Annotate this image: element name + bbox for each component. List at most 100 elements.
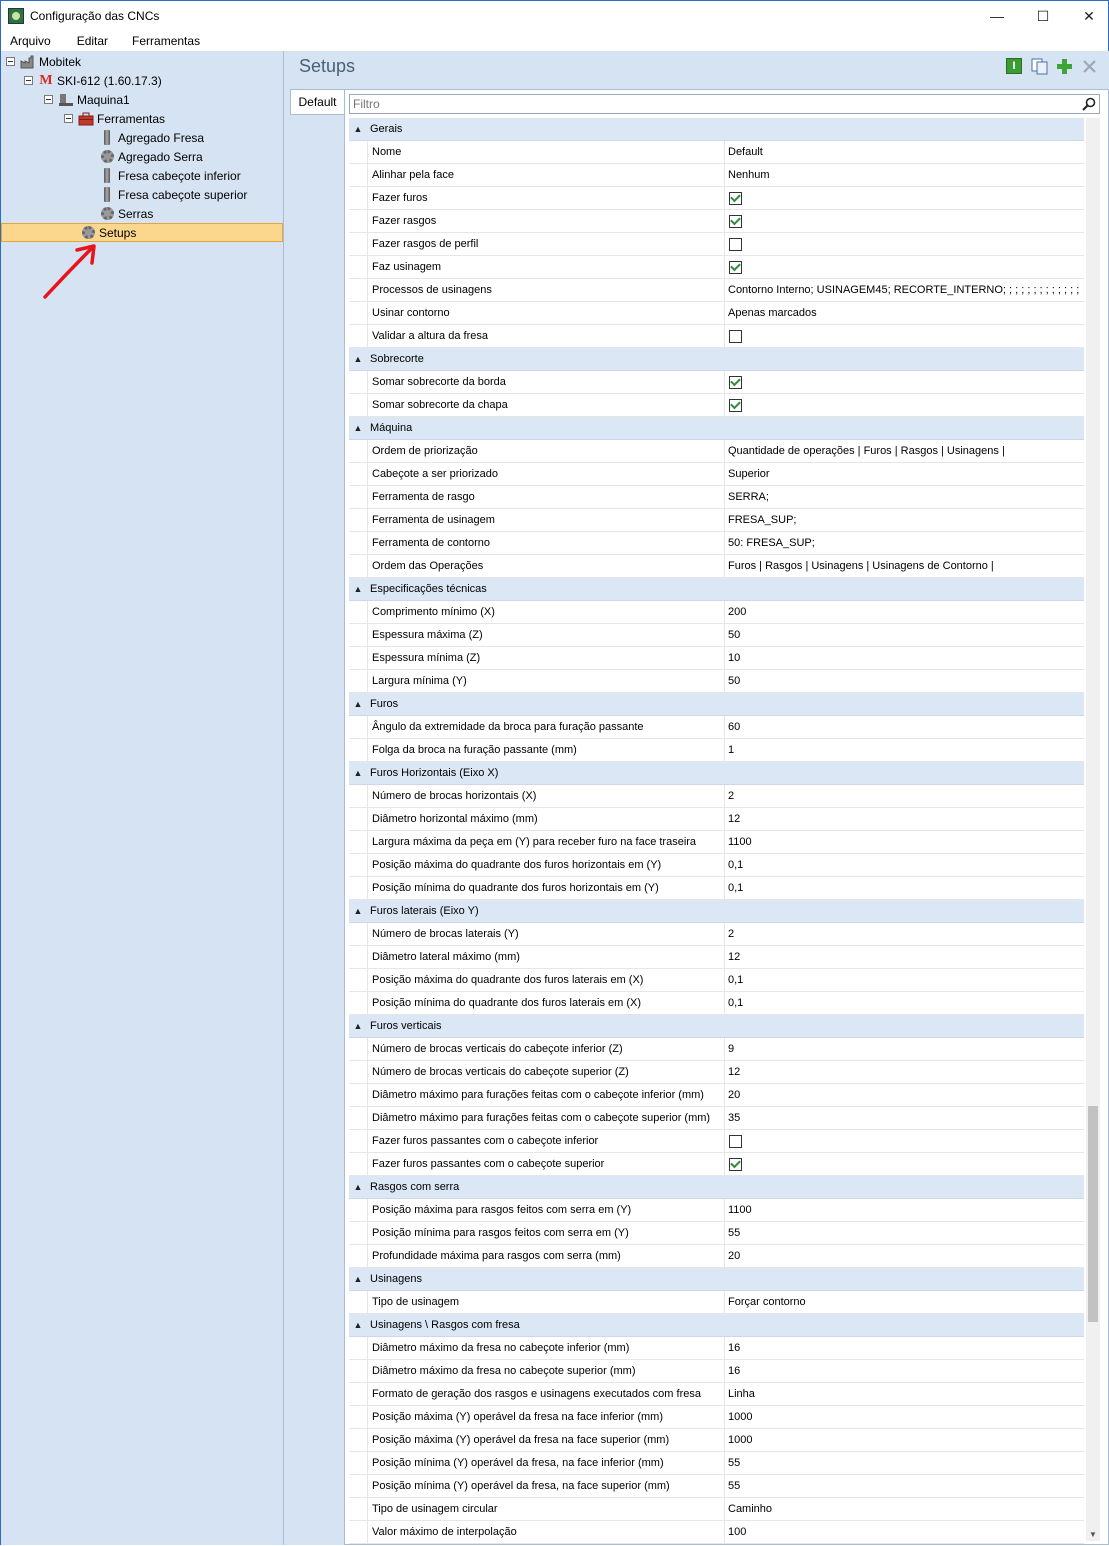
info-icon[interactable]: I [1005,57,1023,75]
property-row[interactable]: Posição mínima para rasgos feitos com se… [349,1222,1084,1245]
property-row[interactable]: Fazer rasgos [349,210,1084,233]
property-value[interactable]: 12 [725,946,1084,968]
property-row[interactable]: Ferramenta de rasgo SERRA; [349,486,1084,509]
category-header[interactable]: ▲ Especificações técnicas [349,578,1084,601]
property-row[interactable]: Posição mínima (Y) operável da fresa, na… [349,1452,1084,1475]
category-header[interactable]: ▲ Furos verticais [349,1015,1084,1038]
property-checkbox[interactable] [729,260,742,274]
property-value[interactable]: 9 [725,1038,1084,1060]
category-header[interactable]: ▲ Furos [349,693,1084,716]
property-value[interactable]: 1100 [725,1199,1084,1221]
copy-icon[interactable] [1030,57,1048,75]
property-row[interactable]: Posição máxima (Y) operável da fresa na … [349,1406,1084,1429]
property-value[interactable]: 2 [725,923,1084,945]
property-row[interactable]: Fazer furos passantes com o cabeçote sup… [349,1153,1084,1176]
property-value[interactable]: 60 [725,716,1084,738]
property-value[interactable]: SERRA; [725,486,1084,508]
property-value[interactable]: 100 [725,1521,1084,1543]
property-value[interactable]: 0,1 [725,992,1084,1014]
close-button[interactable]: ✕ [1066,1,1109,31]
property-row[interactable]: Espessura máxima (Z) 50 [349,624,1084,647]
property-value[interactable]: 12 [725,808,1084,830]
property-row[interactable]: Posição máxima do quadrante dos furos ho… [349,854,1084,877]
property-row[interactable]: Cabeçote a ser priorizado Superior [349,463,1084,486]
property-value[interactable]: 16 [725,1360,1084,1382]
collapse-icon[interactable] [24,76,33,85]
tree-node[interactable]: Mobitek [6,52,81,71]
collapse-icon[interactable] [6,57,15,66]
property-row[interactable]: Posição mínima do quadrante dos furos ho… [349,877,1084,900]
property-row[interactable]: Ordem de priorização Quantidade de operaç… [349,440,1084,463]
property-value[interactable]: Contorno Interno; USINAGEM45; RECORTE_IN… [725,279,1084,301]
property-row[interactable]: Ferramenta de contorno 50: FRESA_SUP; [349,532,1084,555]
property-value[interactable]: 50 [725,670,1084,692]
property-value[interactable]: 12 [725,1061,1084,1083]
property-row[interactable]: Profundidade máxima para rasgos com serr… [349,1245,1084,1268]
property-checkbox[interactable] [729,1134,742,1148]
filter-input[interactable] [353,96,1073,112]
property-row[interactable]: Usinar contorno Apenas marcados [349,302,1084,325]
collapse-chevron-icon[interactable]: ▲ [349,354,367,364]
tree-node[interactable]: Agregado Fresa [99,128,204,147]
delete-icon[interactable] [1080,57,1098,75]
menu-arquivo[interactable]: Arquivo [1,34,60,48]
menu-ferramentas[interactable]: Ferramentas [123,34,209,48]
collapse-chevron-icon[interactable]: ▲ [349,768,367,778]
property-row[interactable]: Tipo de usinagem circular Caminho [349,1498,1084,1521]
property-checkbox[interactable] [729,1157,742,1171]
property-value[interactable]: Default [725,141,1084,163]
property-value[interactable]: 55 [725,1475,1084,1497]
property-row[interactable]: Número de brocas verticais do cabeçote i… [349,1038,1084,1061]
category-header[interactable]: ▲ Furos Horizontais (Eixo X) [349,762,1084,785]
category-header[interactable]: ▲ Usinagens [349,1268,1084,1291]
property-value[interactable]: Nenhum [725,164,1084,186]
collapse-chevron-icon[interactable]: ▲ [349,1320,367,1330]
menu-editar[interactable]: Editar [68,34,117,48]
property-value[interactable]: 1 [725,739,1084,761]
property-value[interactable]: 0,1 [725,877,1084,899]
property-row[interactable]: Somar sobrecorte da borda [349,371,1084,394]
property-row[interactable]: Fazer furos passantes com o cabeçote inf… [349,1130,1084,1153]
property-row[interactable]: Largura mínima (Y) 50 [349,670,1084,693]
collapse-chevron-icon[interactable]: ▲ [349,584,367,594]
property-row[interactable]: Posição mínima do quadrante dos furos la… [349,992,1084,1015]
property-value[interactable]: 2 [725,785,1084,807]
property-row[interactable]: Tipo de usinagem Forçar contorno [349,1291,1084,1314]
property-row[interactable]: Faz usinagem [349,256,1084,279]
tree-node[interactable]: Fresa cabeçote superior [99,185,247,204]
property-row[interactable]: Diâmetro máximo para furações feitas com… [349,1107,1084,1130]
property-row[interactable]: Ângulo da extremidade da broca para fura… [349,716,1084,739]
property-value[interactable]: 55 [725,1222,1084,1244]
property-row[interactable]: Largura máxima da peça em (Y) para receb… [349,831,1084,854]
add-icon[interactable] [1055,57,1073,75]
property-value[interactable]: 55 [725,1452,1084,1474]
property-row[interactable]: Ordem das Operações Furos | Rasgos | Usin… [349,555,1084,578]
property-value[interactable]: Linha [725,1383,1084,1405]
scroll-down-icon[interactable]: ▼ [1086,1527,1100,1541]
property-row[interactable]: Diâmetro máximo da fresa no cabeçote inf… [349,1337,1084,1360]
property-row[interactable]: Somar sobrecorte da chapa [349,394,1084,417]
property-value[interactable]: Quantidade de operações | Furos | Rasgos… [725,440,1084,462]
tree-node[interactable]: Setups [1,223,283,242]
property-row[interactable]: Fazer furos [349,187,1084,210]
property-row[interactable]: Formato de geração dos rasgos e usinagen… [349,1383,1084,1406]
property-value[interactable]: Caminho [725,1498,1084,1520]
property-value[interactable]: 1000 [725,1429,1084,1451]
property-value[interactable]: 10 [725,647,1084,669]
property-row[interactable]: Número de brocas horizontais (X) 2 [349,785,1084,808]
property-row[interactable]: Diâmetro horizontal máximo (mm) 12 [349,808,1084,831]
tree-node[interactable]: Agregado Serra [99,147,203,166]
property-checkbox[interactable] [729,237,742,251]
collapse-chevron-icon[interactable]: ▲ [349,699,367,709]
collapse-chevron-icon[interactable]: ▲ [349,124,367,134]
property-checkbox[interactable] [729,191,742,205]
property-row[interactable]: Posição máxima para rasgos feitos com se… [349,1199,1084,1222]
property-value[interactable]: 1100 [725,831,1084,853]
property-row[interactable]: Nome Default [349,141,1084,164]
property-row[interactable]: Fazer rasgos de perfil [349,233,1084,256]
property-row[interactable]: Alinhar pela face Nenhum [349,164,1084,187]
search-icon[interactable] [1082,97,1096,111]
property-row[interactable]: Ferramenta de usinagem FRESA_SUP; [349,509,1084,532]
property-value[interactable]: Apenas marcados [725,302,1084,324]
property-value[interactable]: FRESA_SUP; [725,509,1084,531]
